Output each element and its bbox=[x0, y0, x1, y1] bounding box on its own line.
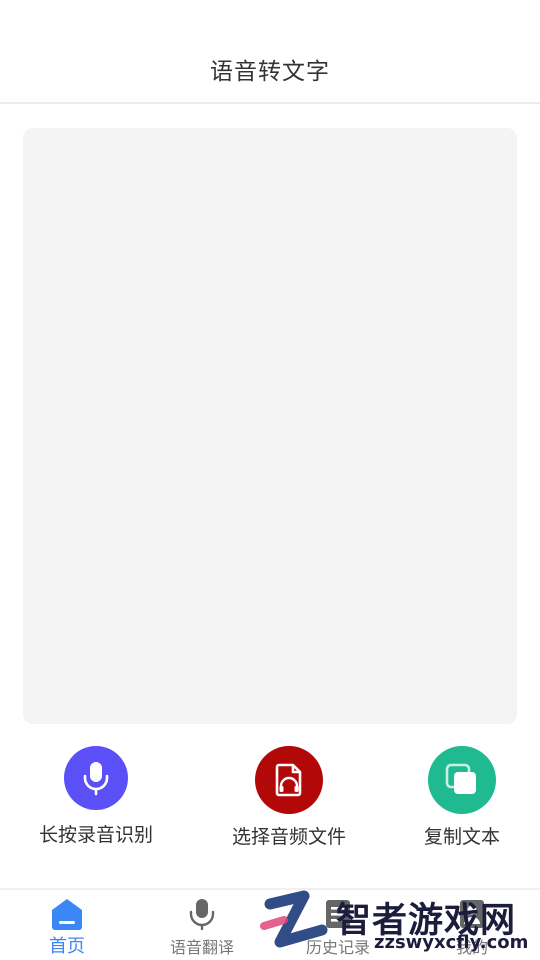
copy-text-button[interactable]: 复制文本 bbox=[382, 746, 540, 856]
tab-home-label: 首页 bbox=[49, 936, 85, 957]
microphone-icon bbox=[83, 762, 109, 796]
audio-file-icon bbox=[275, 763, 302, 797]
record-button-label: 长按录音识别 bbox=[38, 824, 153, 846]
copy-icon bbox=[445, 763, 476, 794]
transcription-text-area[interactable] bbox=[23, 128, 517, 724]
tab-voice-translate[interactable]: 语音翻译 bbox=[148, 890, 256, 960]
select-audio-file-button[interactable]: 选择音频文件 bbox=[209, 746, 369, 856]
tab-history[interactable]: 历史记录 bbox=[284, 890, 392, 960]
tab-history-label: 历史记录 bbox=[305, 938, 370, 957]
bottom-tab-bar: 首页 语音翻译 历史记录 我的 bbox=[0, 888, 540, 960]
tab-profile-label: 我的 bbox=[455, 938, 488, 957]
record-button[interactable]: 长按录音识别 bbox=[16, 746, 176, 856]
tab-voice-translate-label: 语音翻译 bbox=[169, 938, 234, 957]
home-icon bbox=[52, 899, 82, 930]
profile-icon bbox=[460, 900, 484, 928]
select-audio-file-circle[interactable] bbox=[255, 746, 323, 814]
tab-home[interactable]: 首页 bbox=[13, 890, 121, 960]
select-audio-file-label: 选择音频文件 bbox=[231, 826, 346, 848]
app-header: 语音转文字 bbox=[0, 0, 540, 104]
page-title: 语音转文字 bbox=[210, 59, 330, 85]
copy-text-label: 复制文本 bbox=[423, 826, 500, 848]
microphone-icon bbox=[189, 899, 215, 931]
tab-profile[interactable]: 我的 bbox=[418, 890, 526, 960]
copy-text-circle[interactable] bbox=[428, 746, 496, 814]
record-button-circle[interactable] bbox=[64, 746, 128, 810]
history-icon bbox=[326, 900, 350, 928]
